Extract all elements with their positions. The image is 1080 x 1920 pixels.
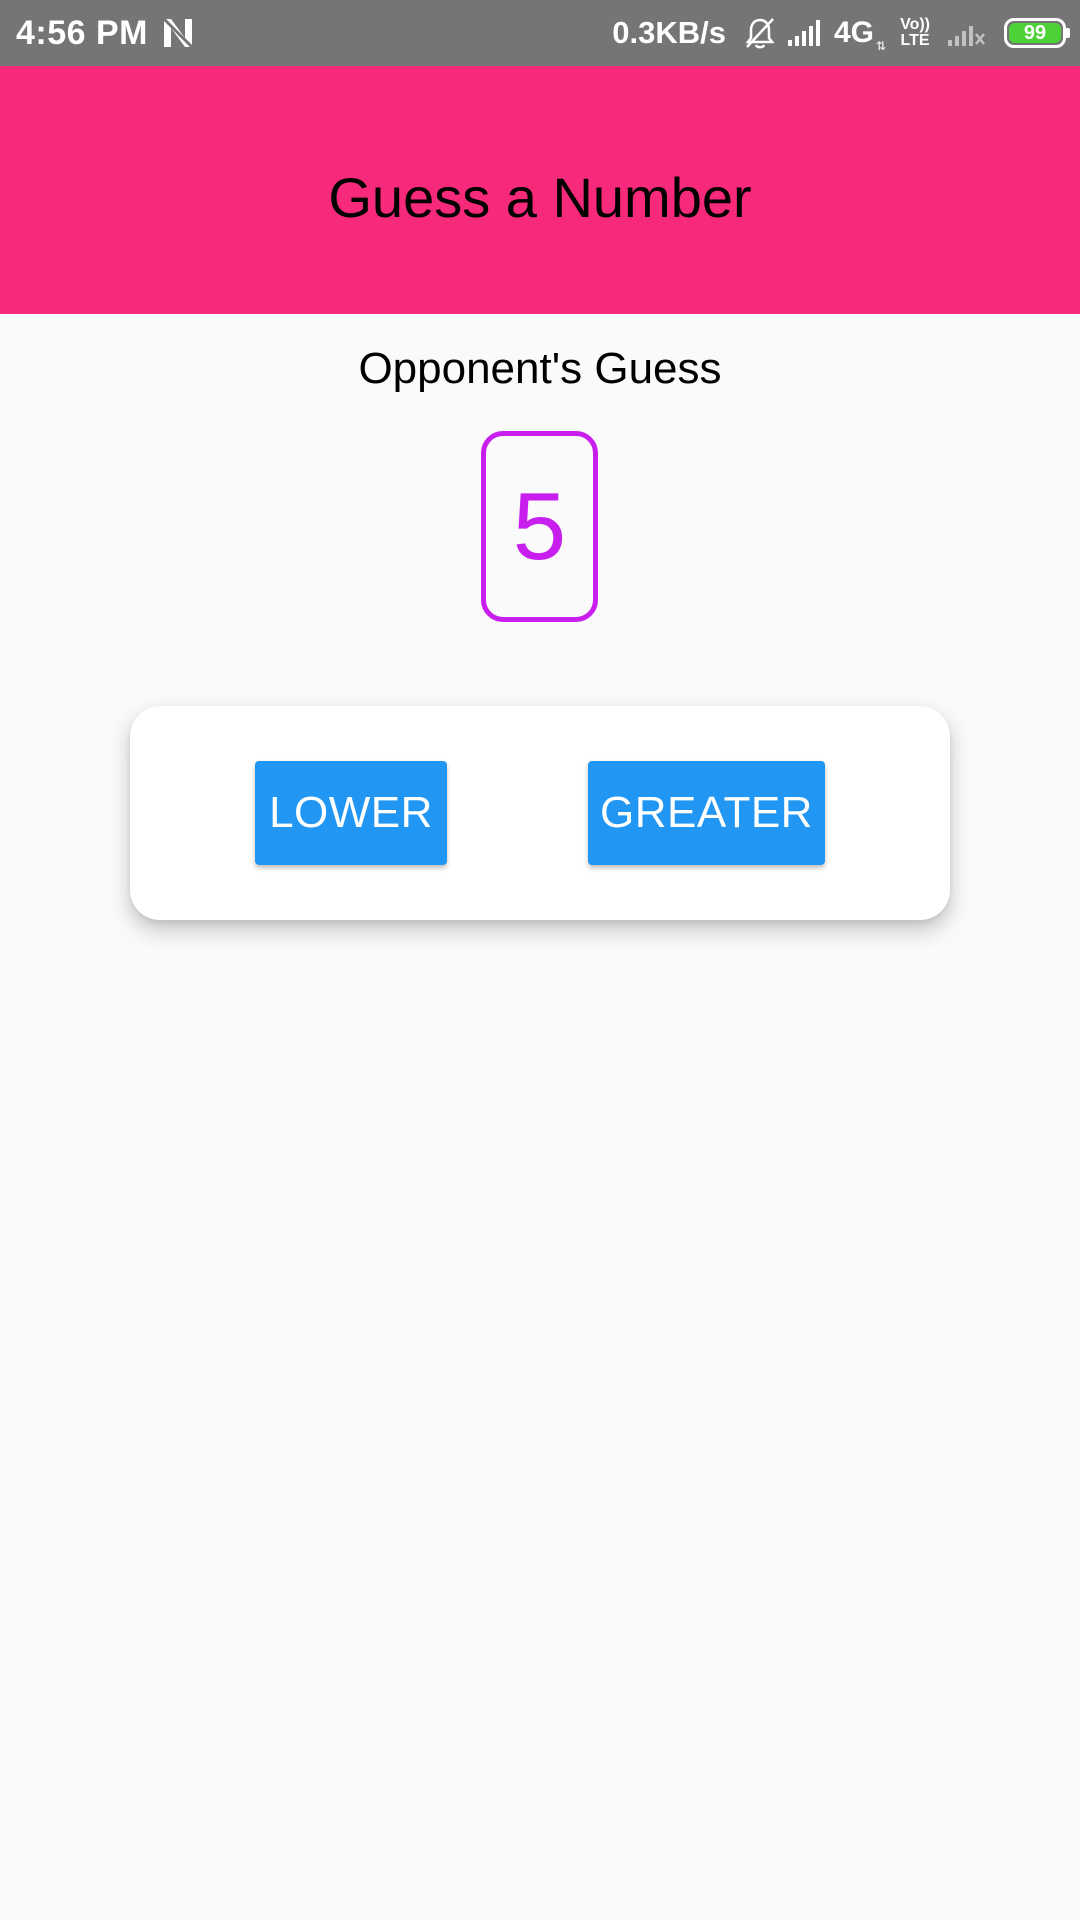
mute-bell-icon bbox=[745, 18, 775, 49]
app-header: Guess a Number bbox=[0, 66, 1080, 314]
n-notification-icon bbox=[162, 17, 194, 49]
page-title: Guess a Number bbox=[328, 165, 752, 229]
network-speed: 0.3KB/s bbox=[612, 15, 726, 50]
lower-button[interactable]: LOWER bbox=[255, 761, 447, 865]
guess-number-container: 5 bbox=[481, 431, 598, 622]
battery-icon: 99 bbox=[1004, 18, 1070, 48]
button-card: LOWER GREATER bbox=[130, 706, 950, 920]
battery-tip bbox=[1066, 28, 1070, 38]
network-type: 4G ⇅ bbox=[833, 16, 887, 53]
battery-level: 99 bbox=[1023, 21, 1047, 44]
data-activity-icon: ⇅ bbox=[876, 39, 887, 53]
guess-number: 5 bbox=[512, 472, 567, 580]
signal-no-sim-icon bbox=[948, 26, 985, 46]
volte-icon: Vo)) LTE bbox=[900, 16, 930, 49]
status-bar: 4:56 PM 0.3KB/s 4G ⇅ Vo)) LTE 99 bbox=[0, 0, 1080, 66]
opponent-guess-label: Opponent's Guess bbox=[358, 344, 722, 393]
signal-icon bbox=[787, 20, 820, 46]
status-time: 4:56 PM bbox=[16, 14, 148, 52]
status-icons: 0.3KB/s 4G ⇅ Vo)) LTE 99 bbox=[612, 0, 1070, 66]
greater-button[interactable]: GREATER bbox=[588, 761, 825, 865]
